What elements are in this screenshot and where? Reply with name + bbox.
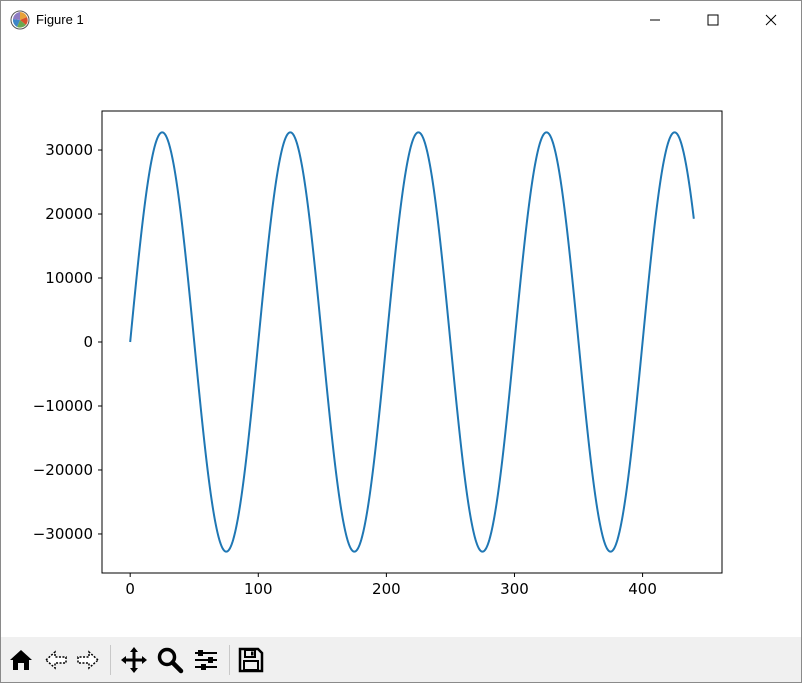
figure-canvas[interactable]: 0 100 200 300 400 30000 20000 10000 0 −10000 −2000… (1, 39, 801, 637)
y-tick-label: 30000 (45, 141, 93, 159)
line-chart: 0 100 200 300 400 30000 20000 10000 0 −10000 −2000… (33, 110, 723, 598)
configure-subplots-button[interactable] (191, 645, 221, 675)
navigation-toolbar (1, 637, 801, 682)
maximize-icon (707, 14, 719, 26)
close-icon (765, 14, 777, 26)
minimize-icon (650, 19, 660, 21)
zoom-icon (157, 647, 184, 674)
y-tick-label: −10000 (33, 397, 93, 415)
maximize-button[interactable] (684, 1, 742, 39)
zoom-button[interactable] (155, 645, 185, 675)
y-tick-label: 20000 (45, 205, 93, 223)
figure-window: Figure 1 0 100 200 300 400 30000 20000 10000 0 −1… (0, 0, 802, 683)
title-bar[interactable]: Figure 1 (1, 1, 801, 39)
home-icon (10, 650, 32, 670)
x-tick-label: 100 (244, 580, 273, 598)
home-button[interactable] (6, 645, 36, 675)
save-icon (238, 647, 264, 673)
series-line-0 (129, 131, 695, 553)
toolbar-separator (110, 645, 111, 675)
forward-button[interactable] (73, 645, 103, 675)
y-tick-label: 0 (83, 333, 93, 351)
x-tick-label: 400 (628, 580, 657, 598)
configure-subplots-icon (195, 650, 217, 670)
pan-button[interactable] (119, 645, 149, 675)
forward-icon (77, 650, 100, 670)
back-button[interactable] (41, 645, 71, 675)
x-tick-label: 300 (500, 580, 529, 598)
minimize-button[interactable] (626, 1, 684, 39)
toolbar-separator (229, 645, 230, 675)
y-tick-label: −30000 (33, 525, 93, 543)
y-tick-label: −20000 (33, 461, 93, 479)
close-button[interactable] (742, 1, 800, 39)
back-icon (44, 650, 67, 670)
x-tick-label: 200 (372, 580, 401, 598)
y-tick-label: 10000 (45, 269, 93, 287)
pan-icon (121, 647, 147, 673)
matplotlib-logo-icon (10, 10, 30, 30)
save-button[interactable] (236, 645, 266, 675)
x-tick-label: 0 (125, 580, 135, 598)
window-title: Figure 1 (36, 12, 84, 27)
